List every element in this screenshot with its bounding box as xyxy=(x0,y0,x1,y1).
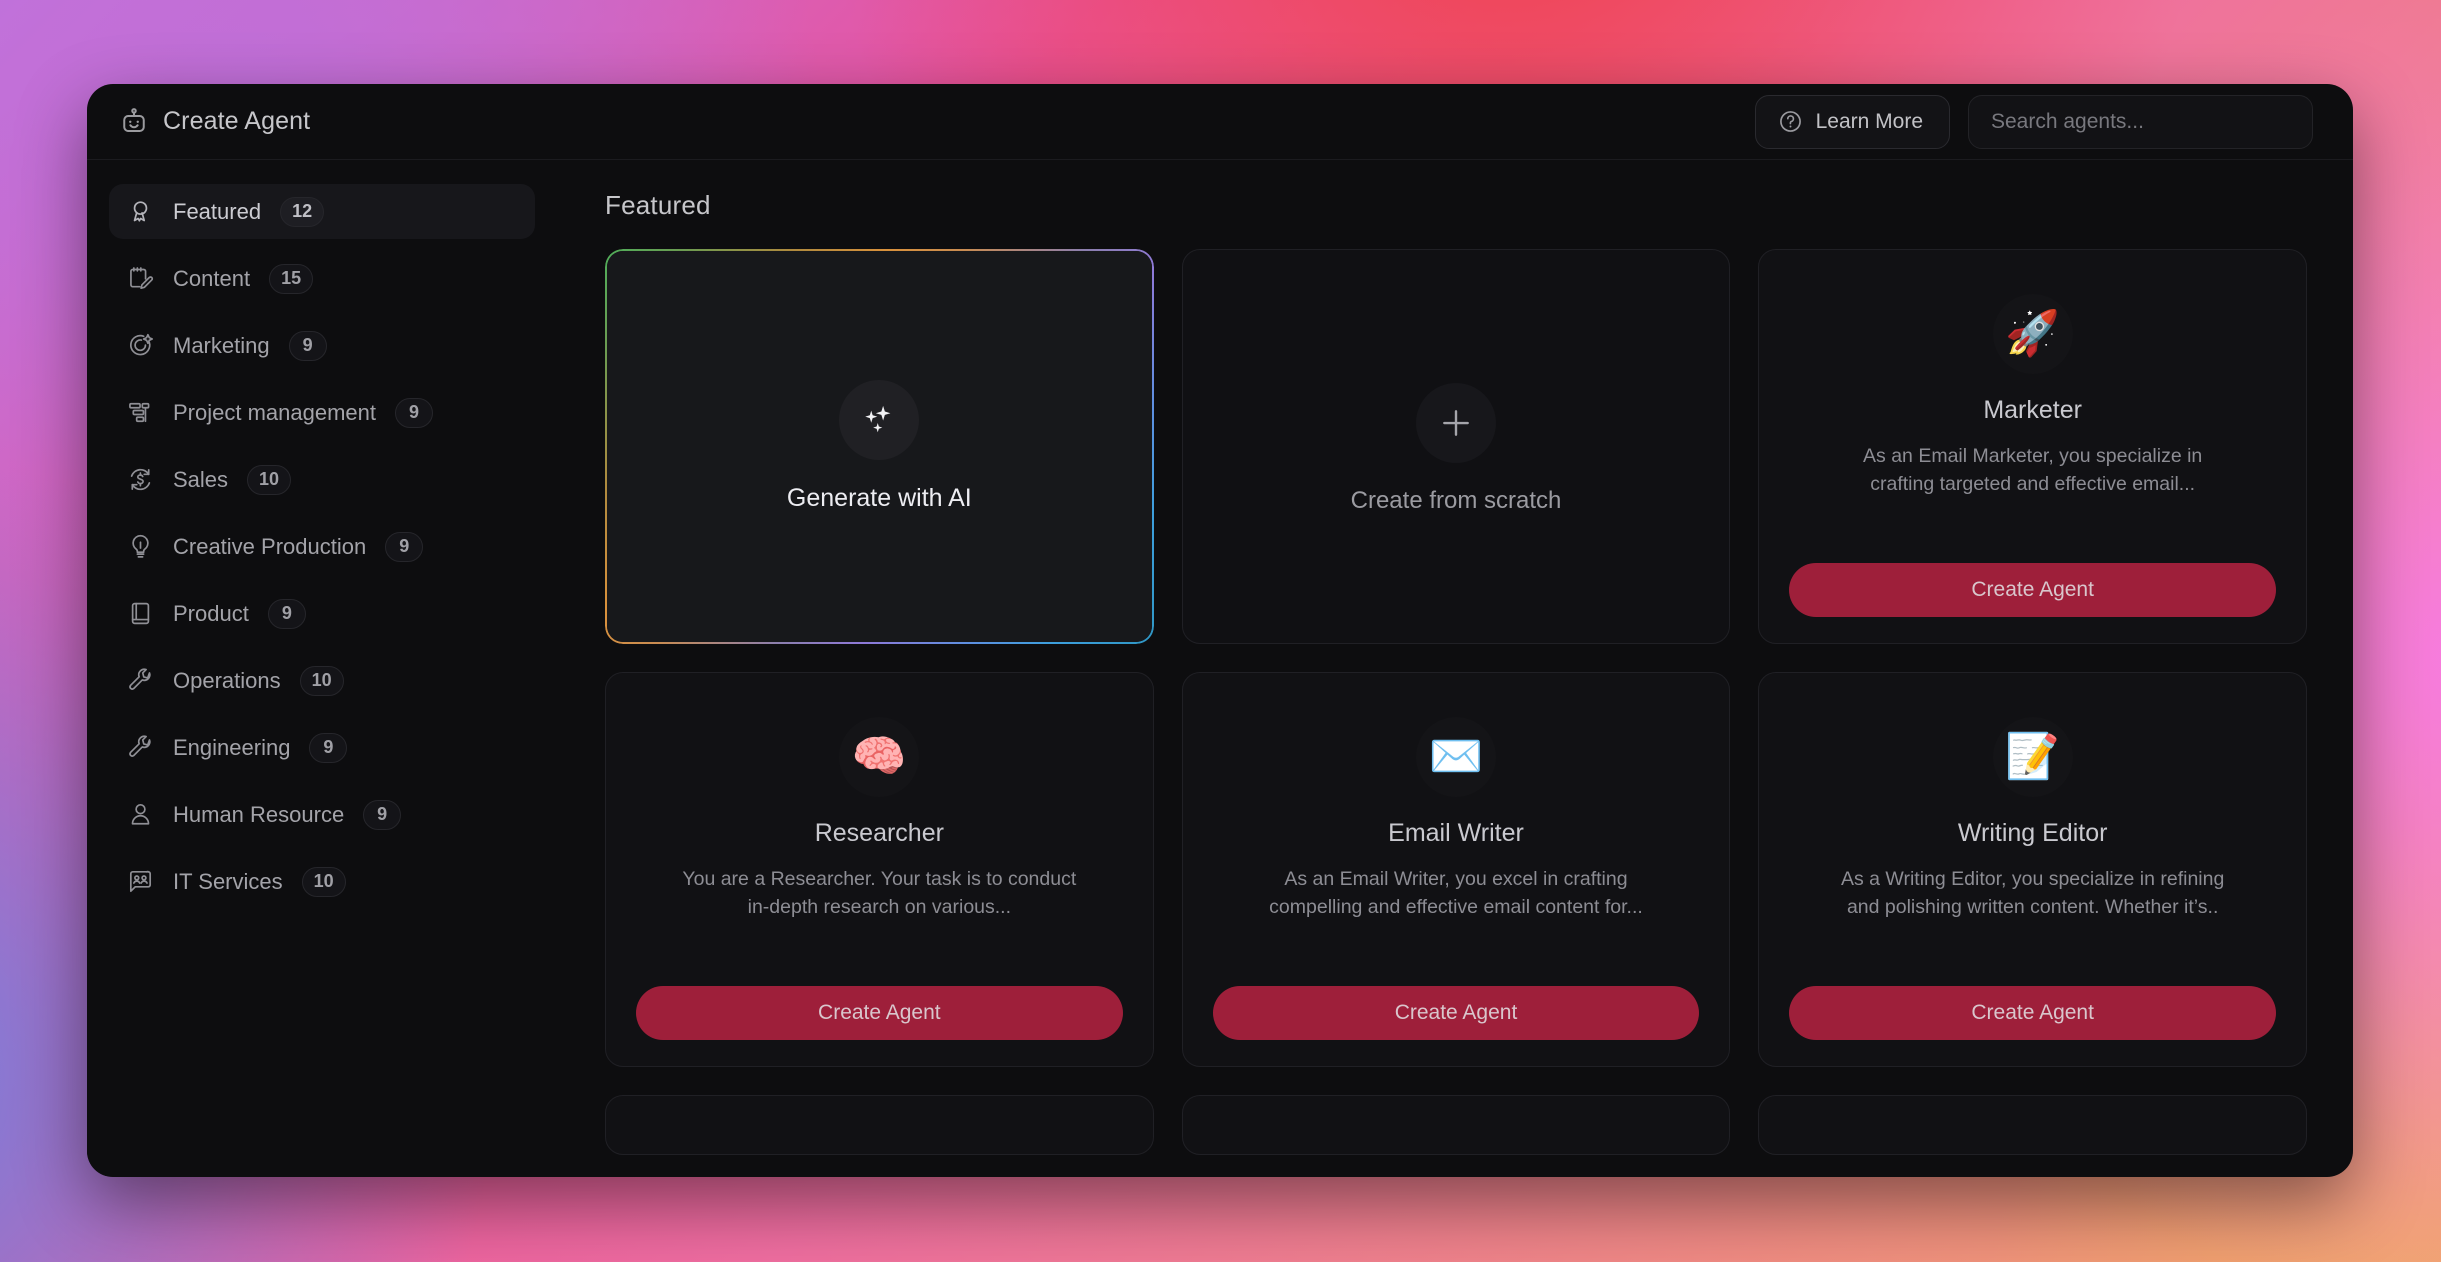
id-card-chat-icon xyxy=(127,868,154,895)
sidebar-item-count: 10 xyxy=(299,665,344,696)
agent-card-partial[interactable] xyxy=(1758,1095,2307,1155)
agent-card-writing-editor[interactable]: 📝 Writing Editor As a Writing Editor, yo… xyxy=(1758,672,2307,1067)
agent-card-researcher[interactable]: 🧠 Researcher You are a Researcher. Your … xyxy=(605,672,1154,1067)
sidebar-item-featured[interactable]: Featured 12 xyxy=(109,184,535,239)
agent-description: You are a Researcher. Your task is to co… xyxy=(682,868,1077,918)
sidebar-item-count: 9 xyxy=(385,531,424,562)
create-agent-button[interactable]: Create Agent xyxy=(1789,563,2276,617)
plus-icon xyxy=(1437,404,1475,442)
sidebar-item-count: 9 xyxy=(363,799,402,830)
robot-icon xyxy=(119,107,149,137)
create-agent-button[interactable]: Create Agent xyxy=(1789,986,2276,1040)
agent-card-partial[interactable] xyxy=(1181,1095,1731,1155)
sidebar-item-project-management[interactable]: Project management 9 xyxy=(109,385,535,440)
question-circle-icon xyxy=(1778,109,1803,134)
sidebar-item-human-resource[interactable]: Human Resource 9 xyxy=(109,787,535,842)
card-grid-row-1: Generate with AI Create from scratch 🚀 M… xyxy=(605,249,2307,644)
sidebar-item-count: 10 xyxy=(301,866,346,897)
top-bar: Create Agent Learn More xyxy=(87,84,2353,160)
sidebar-item-count: 9 xyxy=(309,732,348,763)
sidebar-item-label: Engineering xyxy=(173,734,291,760)
book-icon xyxy=(127,600,154,627)
body-split: Featured 12 Content 15 Marketing 9 Proje… xyxy=(87,160,2353,1176)
create-agent-button[interactable]: Create Agent xyxy=(636,986,1123,1040)
person-icon xyxy=(127,801,154,828)
sidebar-item-it-services[interactable]: IT Services 10 xyxy=(109,854,535,909)
agent-name: Researcher xyxy=(814,819,944,847)
brand: Create Agent xyxy=(119,107,310,137)
sidebar-item-marketing[interactable]: Marketing 9 xyxy=(109,318,535,373)
sidebar-item-label: IT Services xyxy=(173,868,283,894)
sidebar-item-sales[interactable]: Sales 10 xyxy=(109,452,535,507)
sidebar-item-label: Content xyxy=(173,265,251,291)
sidebar-item-count: 9 xyxy=(288,330,327,361)
sidebar-item-label: Human Resource xyxy=(173,801,345,827)
agent-card-partial[interactable] xyxy=(605,1095,1154,1155)
card-grid-row-3-partial xyxy=(605,1095,2307,1155)
page-title: Create Agent xyxy=(163,107,311,135)
sparkles-icon xyxy=(860,401,898,439)
generate-with-ai-label: Generate with AI xyxy=(786,484,972,512)
generate-with-ai-inner: Generate with AI xyxy=(607,251,1152,642)
sidebar-item-label: Project management xyxy=(173,399,376,425)
agent-name: Email Writer xyxy=(1388,819,1524,847)
sidebar-item-creative-production[interactable]: Creative Production 9 xyxy=(109,519,535,574)
sidebar-item-label: Creative Production xyxy=(173,533,367,559)
agent-name: Writing Editor xyxy=(1957,819,2108,847)
rocket-emoji: 🚀 xyxy=(1992,294,2073,374)
agent-description: As an Email Marketer, you specialize in … xyxy=(1863,445,2203,495)
agent-card-marketer[interactable]: 🚀 Marketer As an Email Marketer, you spe… xyxy=(1758,249,2307,644)
wrench-icon xyxy=(127,734,154,761)
search-agents-box[interactable] xyxy=(1968,94,2313,149)
agent-header: 🧠 Researcher You are a Researcher. Your … xyxy=(679,717,1079,921)
category-sidebar: Featured 12 Content 15 Marketing 9 Proje… xyxy=(87,160,557,1176)
target-spark-icon xyxy=(127,332,154,359)
section-title: Featured xyxy=(605,190,711,220)
agent-header: 🚀 Marketer As an Email Marketer, you spe… xyxy=(1833,294,2233,498)
top-bar-actions: Learn More xyxy=(1754,94,2313,149)
sidebar-item-label: Product xyxy=(173,600,249,626)
card-grid-row-2: 🧠 Researcher You are a Researcher. Your … xyxy=(605,672,2307,1067)
sidebar-item-engineering[interactable]: Engineering 9 xyxy=(109,720,535,775)
sidebar-item-label: Operations xyxy=(173,667,281,693)
sidebar-item-label: Marketing xyxy=(173,332,270,358)
sidebar-item-count: 15 xyxy=(269,263,314,294)
search-input[interactable] xyxy=(1991,109,2290,134)
gantt-chart-icon xyxy=(127,399,154,426)
lightbulb-icon xyxy=(127,533,154,560)
create-agent-button[interactable]: Create Agent xyxy=(1212,986,1700,1040)
sidebar-item-count: 12 xyxy=(280,196,325,227)
create-from-scratch-card[interactable]: Create from scratch xyxy=(1181,249,1731,644)
agent-card-email-writer[interactable]: ✉️ Email Writer As an Email Writer, you … xyxy=(1181,672,1731,1067)
envelope-emoji: ✉️ xyxy=(1415,717,1496,797)
dollar-refresh-icon xyxy=(127,466,154,493)
sidebar-item-count: 9 xyxy=(267,598,306,629)
agent-header: ✉️ Email Writer As an Email Writer, you … xyxy=(1256,717,1656,921)
sidebar-item-label: Sales xyxy=(173,466,229,492)
create-from-scratch-label: Create from scratch xyxy=(1350,486,1562,514)
agent-header: 📝 Writing Editor As a Writing Editor, yo… xyxy=(1833,717,2233,921)
agent-description: As a Writing Editor, you specialize in r… xyxy=(1840,868,2225,918)
wrench-icon xyxy=(127,667,154,694)
sidebar-item-label: Featured xyxy=(173,198,262,224)
memo-emoji: 📝 xyxy=(1992,717,2073,797)
sidebar-item-operations[interactable]: Operations 10 xyxy=(109,653,535,708)
sidebar-item-content[interactable]: Content 15 xyxy=(109,251,535,306)
award-ribbon-icon xyxy=(127,198,154,225)
generate-with-ai-card[interactable]: Generate with AI xyxy=(605,249,1154,644)
main-content: Featured Generate with AI Create from sc… xyxy=(557,160,2353,1176)
generate-icon-badge xyxy=(839,380,920,460)
brain-emoji: 🧠 xyxy=(839,717,920,797)
agent-name: Marketer xyxy=(1983,396,2082,424)
note-pencil-icon xyxy=(127,265,154,292)
sidebar-item-count: 9 xyxy=(395,397,433,428)
agent-description: As an Email Writer, you excel in craftin… xyxy=(1269,868,1643,918)
sidebar-item-count: 10 xyxy=(247,464,292,495)
scratch-icon-badge xyxy=(1415,382,1496,463)
create-agent-window: Create Agent Learn More Search agents...… xyxy=(87,84,2353,1177)
sidebar-item-product[interactable]: Product 9 xyxy=(109,586,535,641)
learn-more-label: Learn More xyxy=(1815,109,1923,133)
learn-more-button[interactable]: Learn More xyxy=(1754,94,1950,149)
